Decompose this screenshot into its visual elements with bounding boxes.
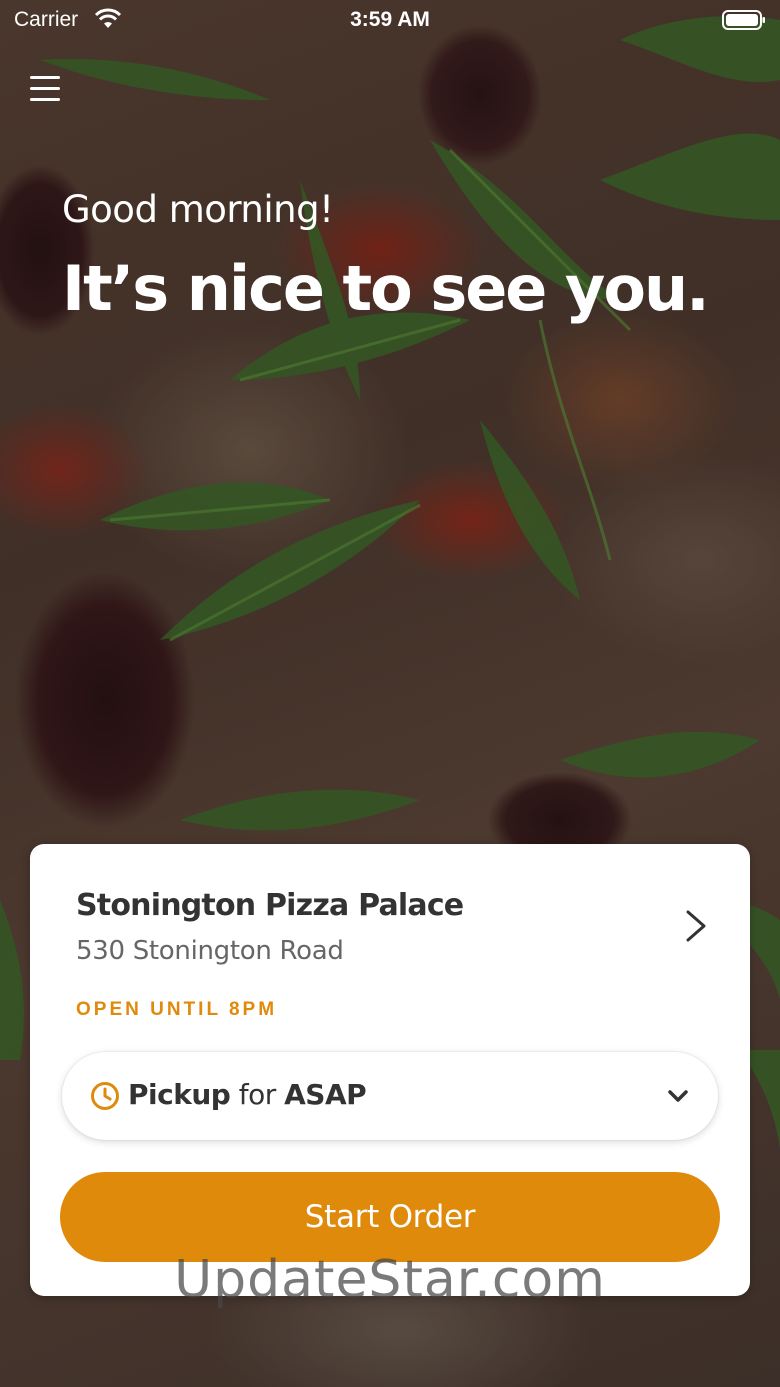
- status-bar: Carrier 3:59 AM: [0, 0, 780, 40]
- hamburger-menu-icon[interactable]: [28, 72, 64, 106]
- order-type: Pickup: [128, 1078, 231, 1111]
- menu-line: [30, 98, 60, 101]
- store-name[interactable]: Stonington Pizza Palace: [76, 888, 464, 923]
- start-order-button[interactable]: Start Order: [60, 1172, 720, 1262]
- status-time: 3:59 AM: [350, 8, 430, 31]
- order-connector: for: [238, 1078, 277, 1111]
- menu-line: [30, 76, 60, 79]
- chevron-right-icon[interactable]: [682, 906, 710, 946]
- pickup-time-selector[interactable]: Pickup for ASAP: [62, 1052, 718, 1140]
- pickup-summary: Pickup for ASAP: [128, 1078, 367, 1111]
- battery-icon: [722, 10, 765, 30]
- store-hours-status: OPEN UNTIL 8PM: [76, 999, 278, 1020]
- order-time: ASAP: [284, 1078, 367, 1111]
- page-title: It’s nice to see you.: [62, 252, 710, 325]
- chevron-down-icon: [668, 1090, 688, 1102]
- watermark: UpdateStar.com: [174, 1250, 606, 1310]
- store-card: Stonington Pizza Palace 530 Stonington R…: [30, 844, 750, 1296]
- store-address: 530 Stonington Road: [76, 936, 344, 966]
- menu-line: [30, 87, 60, 90]
- greeting-text: Good morning!: [62, 188, 334, 231]
- clock-icon: [91, 1082, 119, 1110]
